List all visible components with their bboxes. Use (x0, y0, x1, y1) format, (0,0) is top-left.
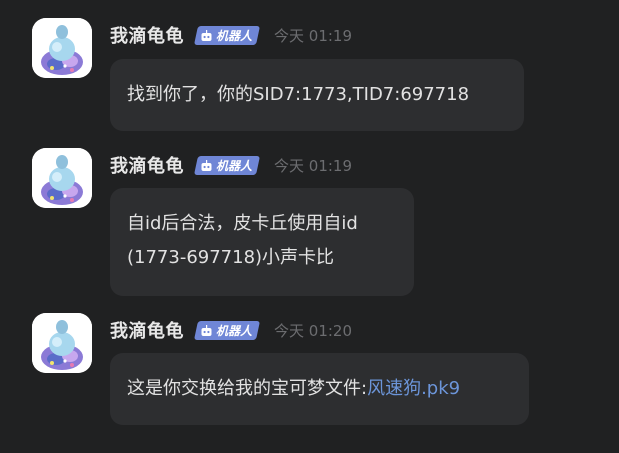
message-bubble: 这是你交换给我的宝可梦文件:风速狗.pk9 (110, 353, 529, 425)
message-header: 我滴龟龟 机器人 今天 01:20 (110, 317, 352, 343)
message-text-line: (1773-697718)小声卡比 (127, 247, 335, 268)
avatar[interactable] (32, 18, 92, 78)
timestamp: 今天 01:20 (274, 321, 353, 340)
avatar-image (32, 313, 92, 373)
chat-message: 我滴龟龟 机器人 今天 01:19 找到你了，你的SID7:1773,TID7:… (32, 18, 592, 133)
avatar[interactable] (32, 148, 92, 208)
badge-label: 机器人 (216, 158, 253, 173)
chat-message: 我滴龟龟 机器人 今天 01:20 这是你交换给我的宝可梦文件:风速狗.pk9 (32, 313, 592, 428)
message-header: 我滴龟龟 机器人 今天 01:19 (110, 152, 352, 178)
message-header: 我滴龟龟 机器人 今天 01:19 (110, 22, 352, 48)
timestamp: 今天 01:19 (274, 26, 353, 45)
timestamp: 今天 01:19 (274, 156, 353, 175)
sender-name[interactable]: 我滴龟龟 (110, 152, 184, 178)
message-bubble: 找到你了，你的SID7:1773,TID7:697718 (110, 59, 524, 131)
bot-badge: 机器人 (193, 320, 261, 340)
message-text: 找到你了，你的SID7:1773,TID7:697718 (127, 84, 470, 105)
robot-icon (201, 324, 212, 335)
chat-area: 我滴龟龟 机器人 今天 01:19 找到你了，你的SID7:1773,TID7:… (0, 0, 619, 453)
bot-badge: 机器人 (193, 25, 261, 45)
message-text-line: 自id后合法，皮卡丘使用自id (127, 213, 358, 234)
message-text: 这是你交换给我的宝可梦文件: (127, 378, 368, 399)
robot-icon (201, 29, 212, 40)
badge-label: 机器人 (216, 323, 253, 338)
sender-name[interactable]: 我滴龟龟 (110, 22, 184, 48)
sender-name[interactable]: 我滴龟龟 (110, 317, 184, 343)
avatar-image (32, 148, 92, 208)
chat-message: 我滴龟龟 机器人 今天 01:19 自id后合法，皮卡丘使用自id (1773-… (32, 148, 592, 298)
file-link[interactable]: 风速狗.pk9 (367, 378, 460, 399)
message-bubble: 自id后合法，皮卡丘使用自id (1773-697718)小声卡比 (110, 188, 414, 296)
robot-icon (201, 159, 212, 170)
bot-badge: 机器人 (193, 155, 261, 175)
badge-label: 机器人 (216, 28, 253, 43)
avatar-image (32, 18, 92, 78)
avatar[interactable] (32, 313, 92, 373)
